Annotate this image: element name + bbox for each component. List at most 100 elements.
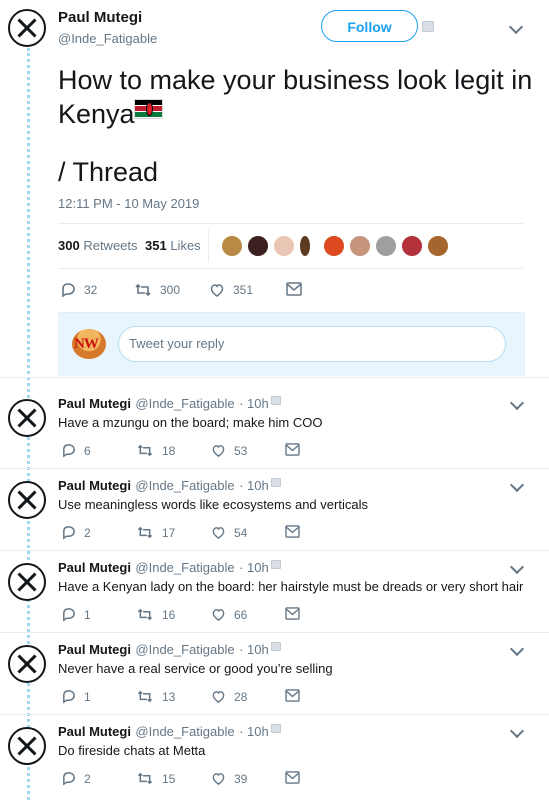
author-avatar[interactable] (8, 727, 46, 765)
reply-tweet[interactable]: Paul Mutegi @Inde_Fatigable · 10h Have a… (0, 390, 549, 472)
like-button[interactable]: 351 (209, 282, 253, 298)
author-avatar[interactable] (8, 481, 46, 519)
direct-message-button[interactable] (285, 525, 308, 538)
reply-icon (63, 444, 75, 458)
divider (58, 268, 523, 269)
reply-tweet[interactable]: Paul Mutegi @Inde_Fatigable · 10h Use me… (0, 472, 549, 554)
liker-avatar[interactable] (298, 234, 312, 258)
divider (58, 223, 523, 224)
chevron-down-icon[interactable] (509, 723, 525, 739)
liker-avatar[interactable] (322, 234, 346, 258)
likes-label: Likes (170, 238, 201, 253)
chevron-down-icon[interactable] (509, 477, 525, 493)
likes-stat[interactable]: 351 Likes (145, 238, 201, 253)
mail-icon (285, 771, 300, 784)
direct-message-button[interactable] (285, 689, 308, 702)
reply-count: 2 (84, 525, 91, 540)
direct-message-button[interactable] (285, 443, 308, 456)
reply-button[interactable]: 2 (61, 771, 91, 786)
reply-button[interactable]: 1 (61, 607, 91, 622)
divider (208, 230, 209, 262)
liker-avatar[interactable] (348, 234, 372, 258)
reply-name[interactable]: Paul Mutegi (58, 724, 131, 739)
reply-name[interactable]: Paul Mutegi (58, 560, 131, 575)
reply-button[interactable]: 2 (61, 525, 91, 540)
direct-message-button[interactable] (285, 771, 308, 784)
liker-avatar[interactable] (426, 234, 450, 258)
author-avatar[interactable] (8, 9, 46, 47)
user-avatar[interactable]: NW (72, 329, 106, 359)
retweet-button[interactable]: 16 (136, 607, 175, 622)
direct-message-button[interactable] (285, 607, 308, 620)
reply-name[interactable]: Paul Mutegi (58, 478, 131, 493)
reply-tweet[interactable]: Paul Mutegi @Inde_Fatigable · 10h Do fir… (0, 718, 549, 800)
like-button[interactable]: 54 (211, 525, 247, 540)
liker-avatar[interactable] (374, 234, 398, 258)
like-count: 39 (234, 771, 248, 786)
retweet-button[interactable]: 13 (136, 689, 175, 704)
reply-time[interactable]: · 10h (239, 642, 269, 657)
retweet-button[interactable]: 15 (136, 771, 175, 786)
retweet-count: 13 (162, 689, 176, 704)
retweet-button[interactable]: 300 (134, 282, 180, 298)
liker-avatar[interactable] (272, 234, 296, 258)
heart-icon (212, 527, 225, 539)
reply-handle[interactable]: @Inde_Fatigable (135, 642, 234, 657)
author-avatar[interactable] (8, 645, 46, 683)
reply-button[interactable]: 6 (61, 443, 91, 458)
retweet-button[interactable]: 17 (136, 525, 175, 540)
mail-icon (285, 689, 300, 702)
like-button[interactable]: 53 (211, 443, 247, 458)
mail-icon (285, 607, 300, 620)
author-avatar[interactable] (8, 563, 46, 601)
reply-handle[interactable]: @Inde_Fatigable (135, 478, 234, 493)
reply-time[interactable]: · 10h (239, 724, 269, 739)
author-avatar[interactable] (8, 399, 46, 437)
reply-input[interactable]: Tweet your reply (118, 326, 506, 362)
follow-button[interactable]: Follow (321, 10, 418, 42)
retweets-count: 300 (58, 238, 80, 253)
like-button[interactable]: 28 (211, 689, 247, 704)
retweet-count: 16 (162, 607, 176, 622)
reply-tweet[interactable]: Paul Mutegi @Inde_Fatigable · 10h Never … (0, 636, 549, 718)
retweet-count: 17 (162, 525, 176, 540)
author-name[interactable]: Paul Mutegi (58, 9, 142, 26)
reply-count: 1 (84, 607, 91, 622)
retweets-stat[interactable]: 300 Retweets (58, 238, 138, 253)
author-handle[interactable]: @Inde_Fatigable (58, 31, 157, 46)
direct-message-button[interactable] (286, 282, 310, 296)
reply-time[interactable]: · 10h (239, 396, 269, 411)
like-button[interactable]: 66 (211, 607, 247, 622)
reply-button[interactable]: 1 (61, 689, 91, 704)
reply-header: Paul Mutegi @Inde_Fatigable · 10h (58, 477, 269, 495)
reply-handle[interactable]: @Inde_Fatigable (135, 724, 234, 739)
reply-name[interactable]: Paul Mutegi (58, 396, 131, 411)
reply-handle[interactable]: @Inde_Fatigable (135, 396, 234, 411)
verified-placeholder-icon (271, 396, 281, 405)
tweet-text-line3: / Thread (58, 157, 159, 187)
liker-avatar[interactable] (220, 234, 244, 258)
reply-text: Do fireside chats at Metta (58, 743, 206, 758)
divider (0, 714, 549, 715)
liker-avatar[interactable] (246, 234, 270, 258)
retweet-icon (135, 283, 151, 297)
chevron-down-icon[interactable] (509, 641, 525, 657)
reply-name[interactable]: Paul Mutegi (58, 642, 131, 657)
reply-tweet[interactable]: Paul Mutegi @Inde_Fatigable · 10h Have a… (0, 554, 549, 636)
chevron-down-icon[interactable] (508, 19, 524, 35)
reply-time[interactable]: · 10h (239, 560, 269, 575)
heart-icon (212, 691, 225, 703)
liker-avatar[interactable] (400, 234, 424, 258)
chevron-down-icon[interactable] (509, 395, 525, 411)
mail-icon (285, 443, 300, 456)
reply-time[interactable]: · 10h (239, 478, 269, 493)
chevron-down-icon[interactable] (509, 559, 525, 575)
reply-handle[interactable]: @Inde_Fatigable (135, 560, 234, 575)
retweet-button[interactable]: 18 (136, 443, 175, 458)
reply-header: Paul Mutegi @Inde_Fatigable · 10h (58, 723, 269, 741)
tweet-timestamp[interactable]: 12:11 PM - 10 May 2019 (58, 196, 199, 211)
retweet-count: 300 (160, 283, 181, 297)
reply-button[interactable]: 32 (60, 282, 97, 298)
like-button[interactable]: 39 (211, 771, 247, 786)
like-count: 351 (233, 283, 254, 297)
